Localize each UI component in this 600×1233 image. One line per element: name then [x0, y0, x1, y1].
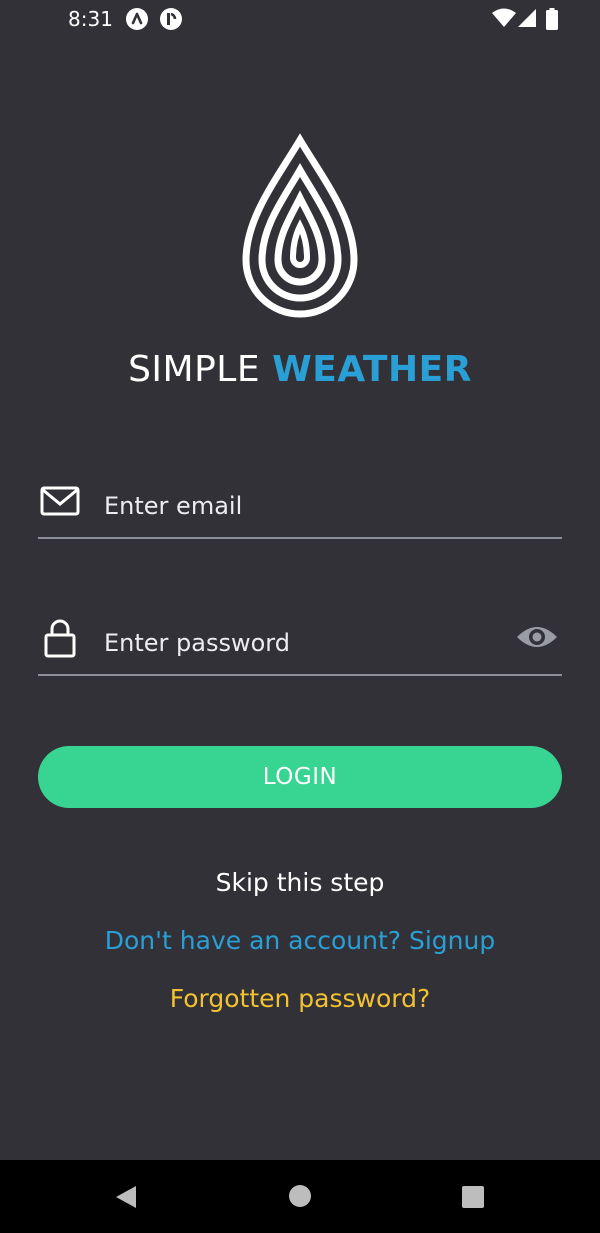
app-notification-icon	[126, 8, 148, 30]
skip-step-link[interactable]: Skip this step	[0, 868, 600, 897]
wifi-icon	[492, 8, 516, 27]
brand-name-part1: SIMPLE	[128, 349, 261, 390]
brand-name-part2: WEATHER	[272, 349, 472, 390]
mail-icon	[40, 486, 80, 516]
email-input[interactable]	[102, 485, 506, 527]
status-time: 8:31	[68, 7, 113, 31]
home-icon[interactable]	[288, 1184, 312, 1208]
back-icon[interactable]	[114, 1184, 138, 1210]
forgot-password-link[interactable]: Forgotten password?	[0, 984, 600, 1013]
app-notification-icon	[160, 8, 182, 30]
password-input[interactable]	[102, 622, 506, 664]
login-button[interactable]: LOGIN	[38, 746, 562, 808]
water-drop-icon	[242, 133, 358, 318]
status-bar: 8:31	[0, 0, 600, 40]
recents-icon[interactable]	[462, 1186, 484, 1208]
signup-link[interactable]: Don't have an account? Signup	[0, 926, 600, 955]
eye-icon[interactable]	[516, 620, 558, 654]
battery-icon	[546, 8, 558, 30]
navigation-bar	[0, 1160, 600, 1233]
email-field[interactable]	[38, 477, 562, 539]
signal-icon	[518, 9, 536, 27]
app-brand-name: SIMPLE WEATHER	[0, 349, 600, 390]
password-field[interactable]	[38, 614, 562, 676]
lock-icon	[44, 619, 76, 658]
